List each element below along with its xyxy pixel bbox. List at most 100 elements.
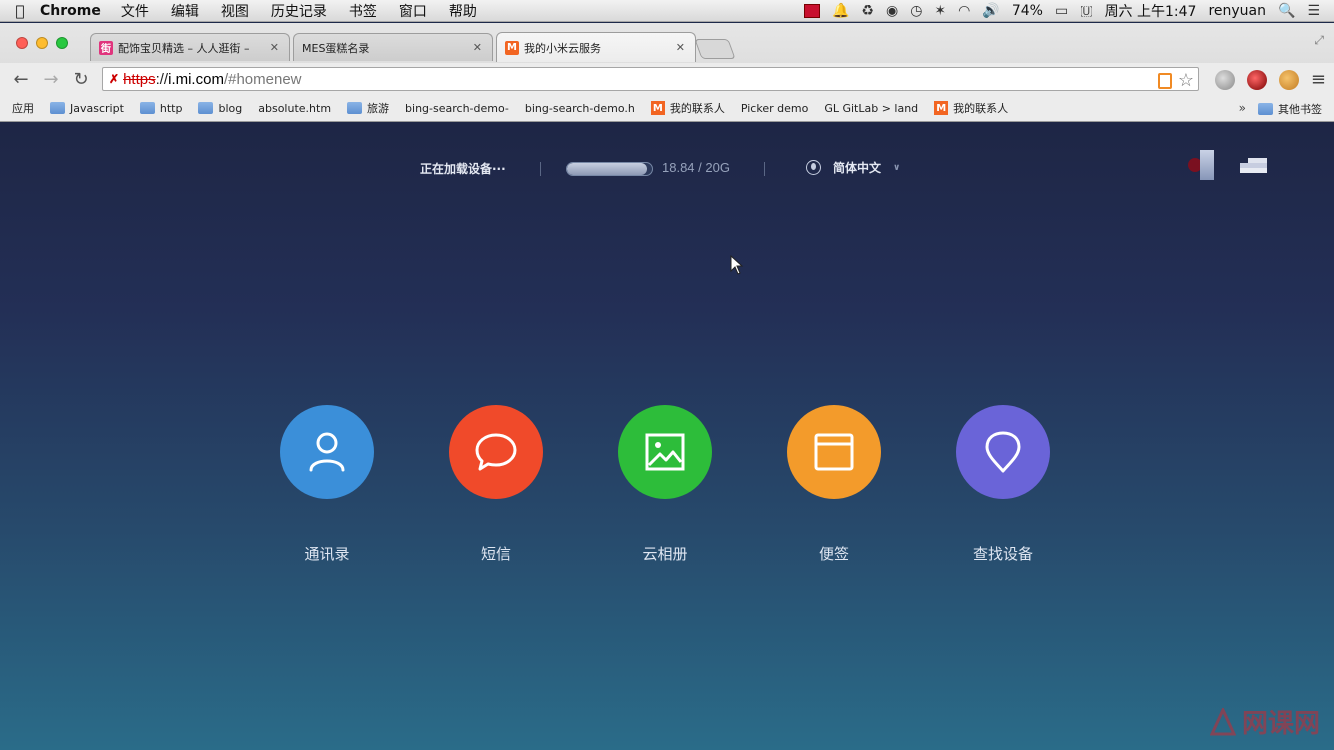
tab-close-icon[interactable]: ✕ — [473, 41, 482, 54]
window-close-button[interactable] — [16, 37, 28, 49]
address-bar[interactable]: ✗ https :// i.mi.com /#homenew ☆ — [102, 67, 1199, 91]
tab-renren[interactable]: 街 配饰宝贝精选 – 人人逛街 – ✕ — [90, 33, 290, 61]
window-zoom-button[interactable] — [56, 37, 68, 49]
fullscreen-icon[interactable]: ⤢ — [1314, 33, 1324, 48]
menu-window[interactable]: 窗口 — [399, 1, 427, 21]
status-tray: 🔔 ♻ ◉ ◷ ✶ ◠ 🔊 74% ▭ 🇺 周六 上午1:47 renyuan … — [803, 0, 1334, 22]
reload-button[interactable]: ↻ — [70, 68, 92, 90]
menu-bookmarks[interactable]: 书签 — [349, 1, 377, 21]
find-device-icon[interactable] — [956, 405, 1050, 499]
tab-label: MES蛋糕名录 — [302, 41, 370, 55]
mi-logo-icon: M — [650, 101, 665, 115]
rss-icon[interactable] — [1157, 72, 1172, 89]
language-label: 简体中文 — [833, 161, 882, 175]
bookmark-picker-demo[interactable]: Picker demo — [0, 101, 809, 230]
bookmark-label: Picker demo — [740, 101, 809, 115]
contacts-icon[interactable] — [280, 405, 374, 499]
app-label[interactable]: 便签 — [819, 543, 849, 564]
bookmark-contacts-2[interactable]: M 我的联系人 — [934, 100, 1008, 116]
forward-button[interactable]: → — [40, 68, 62, 90]
bookmark-label: 旅游 — [367, 102, 390, 115]
storage-progress-bar — [566, 162, 653, 176]
app-label[interactable]: 云相册 — [642, 543, 687, 564]
watermark-logo-icon — [1209, 707, 1236, 735]
app-label[interactable]: 查找设备 — [973, 543, 1033, 564]
bookmark-label: bing-search-demo.h — [524, 101, 635, 115]
bookmark-contacts-1[interactable]: M 我的联系人 — [650, 100, 725, 116]
notification-center-icon[interactable]: ☰ — [1307, 3, 1320, 19]
tab-favicon: M — [505, 40, 519, 55]
extension-cookie-icon[interactable] — [1278, 69, 1299, 90]
menu-app-name[interactable]: Chrome — [40, 3, 101, 19]
shield-icon[interactable]: ◉ — [886, 3, 898, 19]
tab-label: 我的小米云服务 — [524, 41, 601, 55]
url-separator: :// — [155, 70, 169, 88]
notes-icon[interactable] — [787, 405, 881, 499]
bookmark-gitlab[interactable]: GL GitLab > land — [824, 102, 918, 115]
url-domain: i.mi.com — [168, 70, 224, 88]
insecure-lock-icon[interactable]: ✗ — [109, 72, 119, 86]
bookmark-bing-search-2[interactable]: bing-search-demo.h — [0, 101, 635, 230]
sync-icon[interactable]: ♻ — [861, 3, 874, 19]
user-avatar[interactable] — [1188, 150, 1214, 180]
bookmark-travel[interactable]: 旅游 — [347, 100, 389, 116]
battery-percent[interactable]: 74% — [1012, 3, 1043, 19]
volume-icon[interactable]: 🔊 — [982, 3, 999, 19]
bookmark-bing-search-1[interactable]: bing-search-demo- — [0, 101, 509, 230]
menu-help[interactable]: 帮助 — [449, 1, 477, 21]
mi-logo-icon: M — [934, 101, 949, 115]
bookmark-label: bing-search-demo- — [405, 101, 509, 115]
tab-close-icon[interactable]: ✕ — [270, 41, 279, 54]
gallery-icon[interactable] — [618, 405, 712, 499]
tab-mi-cloud[interactable]: M 我的小米云服务 ✕ — [496, 32, 696, 62]
tab-mes[interactable]: MES蛋糕名录 ✕ — [293, 33, 493, 170]
header-divider — [540, 162, 541, 176]
window-minimize-button[interactable] — [36, 37, 48, 49]
app-label[interactable]: 短信 — [481, 543, 511, 564]
app-label[interactable]: 通讯录 — [304, 543, 349, 564]
bookmark-http[interactable]: http — [139, 102, 182, 115]
tab-close-icon[interactable]: ✕ — [676, 41, 685, 54]
app-find-device[interactable]: 查找设备 — [956, 405, 1050, 564]
bookmark-star-icon[interactable]: ☆ — [1178, 70, 1194, 91]
extension-globe-icon[interactable] — [1214, 69, 1235, 90]
wifi-icon[interactable]: ◠ — [958, 3, 970, 19]
menu-view[interactable]: 视图 — [221, 1, 249, 21]
battery-icon: ▭ — [1054, 3, 1069, 19]
chrome-menu-icon[interactable]: ≡ — [1311, 69, 1326, 90]
app-notes[interactable]: 便签 — [787, 405, 881, 564]
app-gallery[interactable]: 云相册 — [618, 405, 712, 564]
app-contacts[interactable]: 通讯录 — [280, 405, 374, 564]
app-messages[interactable]: 短信 — [449, 405, 543, 564]
menubar-user[interactable]: renyuan — [1208, 3, 1266, 19]
bookmarks-overflow-button[interactable]: » — [1239, 101, 1246, 115]
bluetooth-icon[interactable]: ✶ — [934, 3, 946, 19]
notification-bell-icon[interactable]: 🔔 — [832, 3, 849, 19]
menu-file[interactable]: 文件 — [121, 1, 149, 21]
bookmark-label: absolute.htm — [258, 101, 332, 115]
storage-usage-text: 18.84 / 20G — [662, 160, 730, 175]
language-selector[interactable]: 简体中文 ∨ — [806, 159, 900, 176]
bookmark-blog[interactable]: blog — [198, 102, 242, 115]
input-flag-icon[interactable]: 🇺 — [1080, 3, 1092, 19]
mouse-cursor-icon — [730, 255, 744, 275]
spotlight-search-icon[interactable]: 🔍 — [1278, 3, 1295, 19]
apple-menu-icon[interactable]:  — [0, 2, 40, 20]
menu-toggle-icon[interactable] — [1240, 158, 1267, 174]
extensions-area: ≡ — [1214, 69, 1326, 90]
bookmark-apps[interactable]: 应用 — [12, 100, 295, 390]
bookmark-other[interactable]: 其他书签 — [1258, 101, 1322, 117]
bookmark-absolute[interactable]: absolute.htm — [0, 101, 332, 230]
extension-red-icon[interactable] — [1246, 69, 1267, 90]
back-button[interactable]: ← — [10, 68, 32, 90]
bookmark-javascript[interactable]: Javascript — [50, 102, 124, 115]
message-icon[interactable] — [449, 405, 543, 499]
menu-edit[interactable]: 编辑 — [171, 1, 199, 21]
new-tab-button[interactable] — [694, 39, 736, 59]
bookmark-label: 我的联系人 — [669, 102, 725, 115]
tray-app-icon[interactable] — [803, 4, 820, 18]
menubar-datetime[interactable]: 周六 上午1:47 — [1105, 1, 1197, 21]
folder-icon — [198, 102, 214, 114]
menu-history[interactable]: 历史记录 — [271, 1, 327, 21]
time-machine-icon[interactable]: ◷ — [910, 3, 922, 19]
